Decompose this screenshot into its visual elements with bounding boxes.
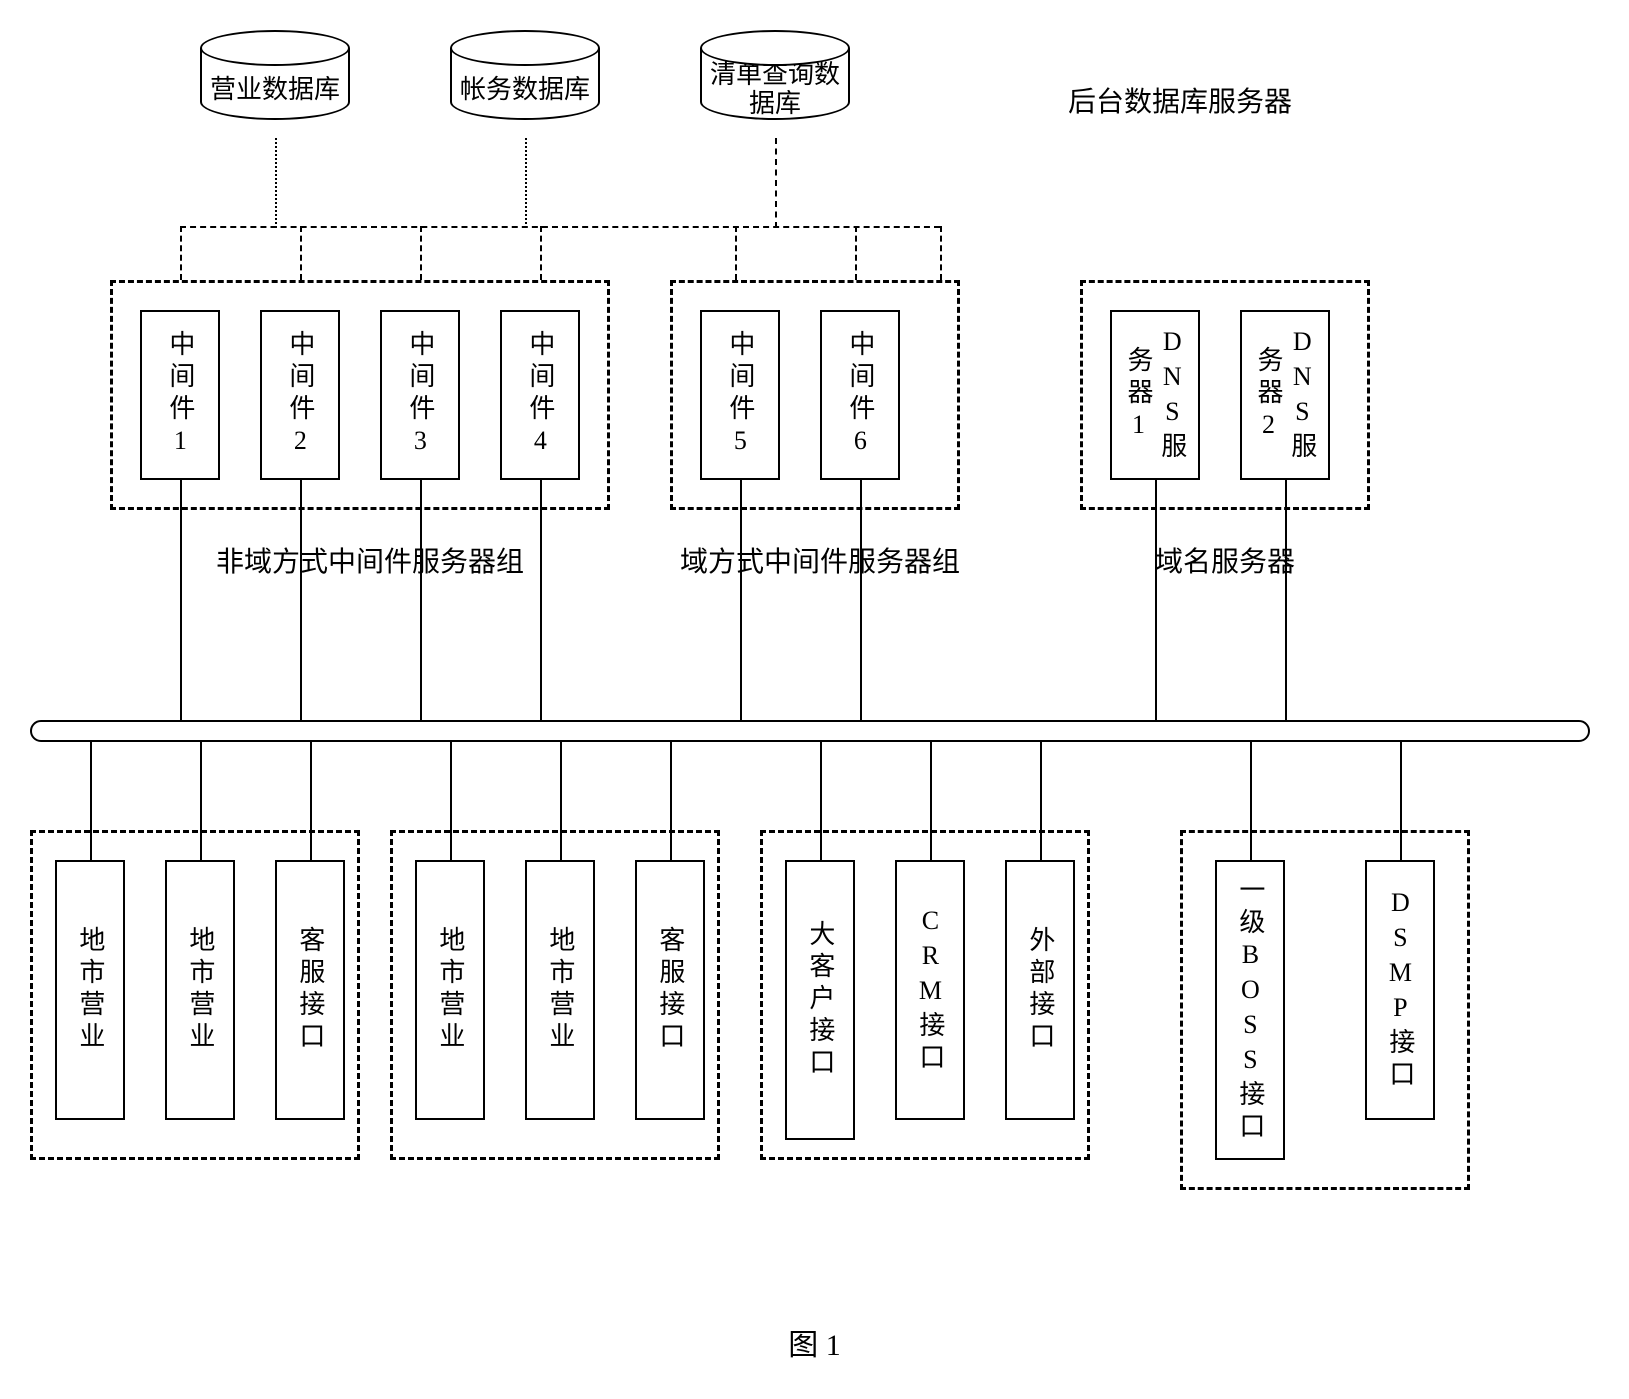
client-city-business-4: 地市营业 — [525, 860, 595, 1120]
client-external: 外部接口 — [1005, 860, 1075, 1120]
db-account-label: 帐务数据库 — [460, 76, 590, 105]
middleware-3: 中间件3 — [380, 310, 460, 480]
db-query-label: 清单查询数据库 — [702, 61, 848, 118]
client-service-interface-1: 客服接口 — [275, 860, 345, 1120]
conn-mw-bus — [860, 480, 862, 720]
conn-db-mw-h — [180, 226, 940, 228]
middleware-6: 中间件6 — [820, 310, 900, 480]
conn-mw-bus — [300, 480, 302, 720]
dns-server-2: DNS服务器2 — [1240, 310, 1330, 480]
client-city-business-2: 地市营业 — [165, 860, 235, 1120]
db-business: 营业数据库 — [200, 30, 350, 120]
conn-mw-bus — [740, 480, 742, 720]
backend-db-server-label: 后台数据库服务器 — [1000, 80, 1360, 120]
dns-server-1: DNS服务器1 — [1110, 310, 1200, 480]
conn-db-mw — [735, 226, 737, 280]
conn-db-mw — [855, 226, 857, 280]
db-business-label: 营业数据库 — [210, 76, 340, 105]
conn-db-mw — [420, 226, 422, 280]
conn-mw-bus — [420, 480, 422, 720]
domain-mw-label: 域方式中间件服务器组 — [660, 540, 980, 580]
db-account: 帐务数据库 — [450, 30, 600, 120]
client-service-interface-2: 客服接口 — [635, 860, 705, 1120]
conn-db-mw — [275, 138, 277, 228]
db-query: 清单查询数据库 — [700, 30, 850, 120]
figure-caption: 图 1 — [0, 1320, 1629, 1364]
client-crm: CRM接口 — [895, 860, 965, 1120]
middleware-1: 中间件1 — [140, 310, 220, 480]
client-dsmp: DSMP接口 — [1365, 860, 1435, 1120]
network-bus — [30, 720, 1590, 742]
conn-mw-bus — [1155, 480, 1157, 720]
dns-label: 域名服务器 — [1110, 540, 1340, 580]
conn-db-mw — [940, 226, 942, 280]
conn-mw-bus — [1285, 480, 1287, 720]
conn-mw-bus — [540, 480, 542, 720]
client-big-customer: 大客户接口 — [785, 860, 855, 1140]
client-city-business-1: 地市营业 — [55, 860, 125, 1120]
conn-db-mw — [775, 138, 777, 228]
non-domain-mw-label: 非域方式中间件服务器组 — [180, 540, 560, 580]
client-boss: 一级BOSS接口 — [1215, 860, 1285, 1160]
conn-db-mw — [180, 226, 182, 280]
conn-db-mw — [540, 226, 542, 280]
conn-mw-bus — [180, 480, 182, 720]
middleware-4: 中间件4 — [500, 310, 580, 480]
middleware-2: 中间件2 — [260, 310, 340, 480]
client-city-business-3: 地市营业 — [415, 860, 485, 1120]
middleware-5: 中间件5 — [700, 310, 780, 480]
conn-db-mw — [300, 226, 302, 280]
conn-db-mw — [525, 138, 527, 228]
